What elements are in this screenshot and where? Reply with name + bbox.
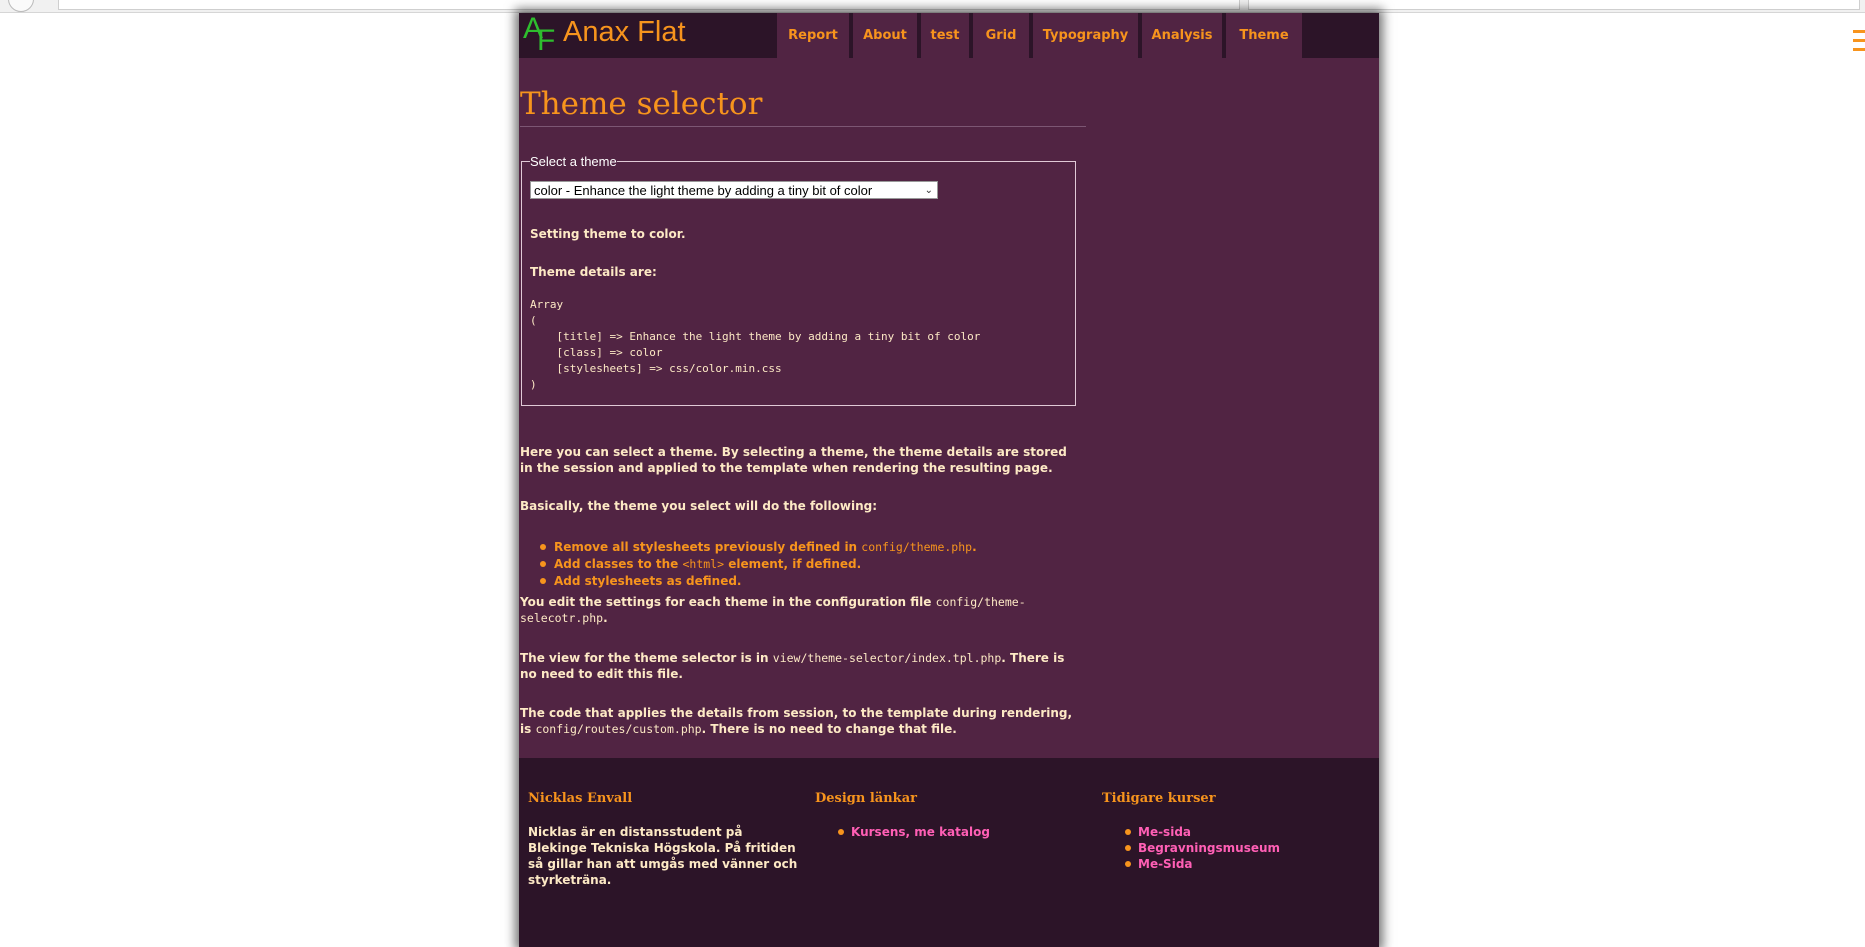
nav-item-report[interactable]: Report (777, 13, 849, 58)
theme-select[interactable]: color - Enhance the light theme by addin… (530, 181, 938, 199)
effects-list: Remove all stylesheets previously define… (540, 539, 977, 590)
footer-link[interactable]: Me-sida (1125, 824, 1372, 840)
list-item: Remove all stylesheets previously define… (540, 540, 977, 554)
site-footer: Nicklas Envall Nicklas är en distansstud… (519, 758, 1379, 947)
footer-heading: Design länkar (815, 791, 917, 806)
browser-toolbar (0, 0, 1865, 13)
theme-details-dump: Array ( [title] => Enhance the light the… (530, 298, 981, 391)
site-header: A F Anax Flat Report About test Grid Typ… (519, 12, 1379, 58)
status-message: Setting theme to color. (530, 227, 686, 241)
footer-column-previous-courses: Tidigare kurser Me-sida Begravningsmuseu… (1102, 791, 1372, 872)
footer-column-design-links: Design länkar Kursens, me katalog (815, 791, 1085, 840)
theme-select-value: color - Enhance the light theme by addin… (534, 183, 873, 198)
nav-item-typography[interactable]: Typography (1033, 13, 1138, 58)
list-item: Add stylesheets as defined. (540, 573, 977, 590)
site-title[interactable]: Anax Flat (563, 14, 686, 50)
fieldset-legend: Select a theme (530, 154, 617, 169)
nav-item-about[interactable]: About (853, 13, 917, 58)
main-navbar: Report About test Grid Typography Analys… (777, 13, 1306, 58)
footer-link-list: Kursens, me katalog (815, 824, 1085, 840)
footer-heading: Nicklas Envall (528, 791, 633, 806)
theme-fieldset: Select a theme color - Enhance the light… (521, 154, 1076, 406)
address-bar[interactable] (58, 0, 1240, 10)
footer-heading: Tidigare kurser (1102, 791, 1216, 806)
footer-link[interactable]: Begravningsmuseum (1125, 840, 1372, 856)
nav-item-analysis[interactable]: Analysis (1142, 13, 1222, 58)
intro-paragraph: Here you can select a theme. By selectin… (520, 445, 1067, 475)
page-container: A F Anax Flat Report About test Grid Typ… (519, 12, 1379, 947)
footer-link-list: Me-sida Begravningsmuseum Me-Sida (1102, 824, 1372, 872)
basically-paragraph: Basically, the theme you select will do … (520, 499, 878, 513)
footer-about-text: Nicklas är en distansstudent på Blekinge… (528, 825, 798, 887)
nav-item-grid[interactable]: Grid (973, 13, 1029, 58)
page-title: Theme selector (520, 84, 1086, 127)
edit-settings-paragraph: You edit the settings for each theme in … (520, 595, 1026, 625)
view-file-paragraph: The view for the theme selector is in vi… (520, 651, 1065, 681)
footer-link[interactable]: Kursens, me katalog (838, 824, 1085, 840)
chevron-down-icon: ⌄ (924, 185, 933, 196)
logo-icon[interactable]: A F (523, 12, 561, 57)
footer-column-about: Nicklas Envall Nicklas är en distansstud… (528, 791, 798, 888)
nav-item-theme[interactable]: Theme (1226, 13, 1302, 58)
menu-icon[interactable] (1853, 30, 1865, 56)
footer-link[interactable]: Me-Sida (1125, 856, 1372, 872)
details-label: Theme details are: (530, 265, 657, 279)
browser-button[interactable] (8, 0, 34, 12)
browser-search-bar[interactable] (1248, 0, 1860, 10)
nav-item-test[interactable]: test (921, 13, 969, 58)
list-item: Add classes to the <html> element, if de… (540, 556, 977, 573)
code-file-paragraph: The code that applies the details from s… (520, 706, 1073, 736)
